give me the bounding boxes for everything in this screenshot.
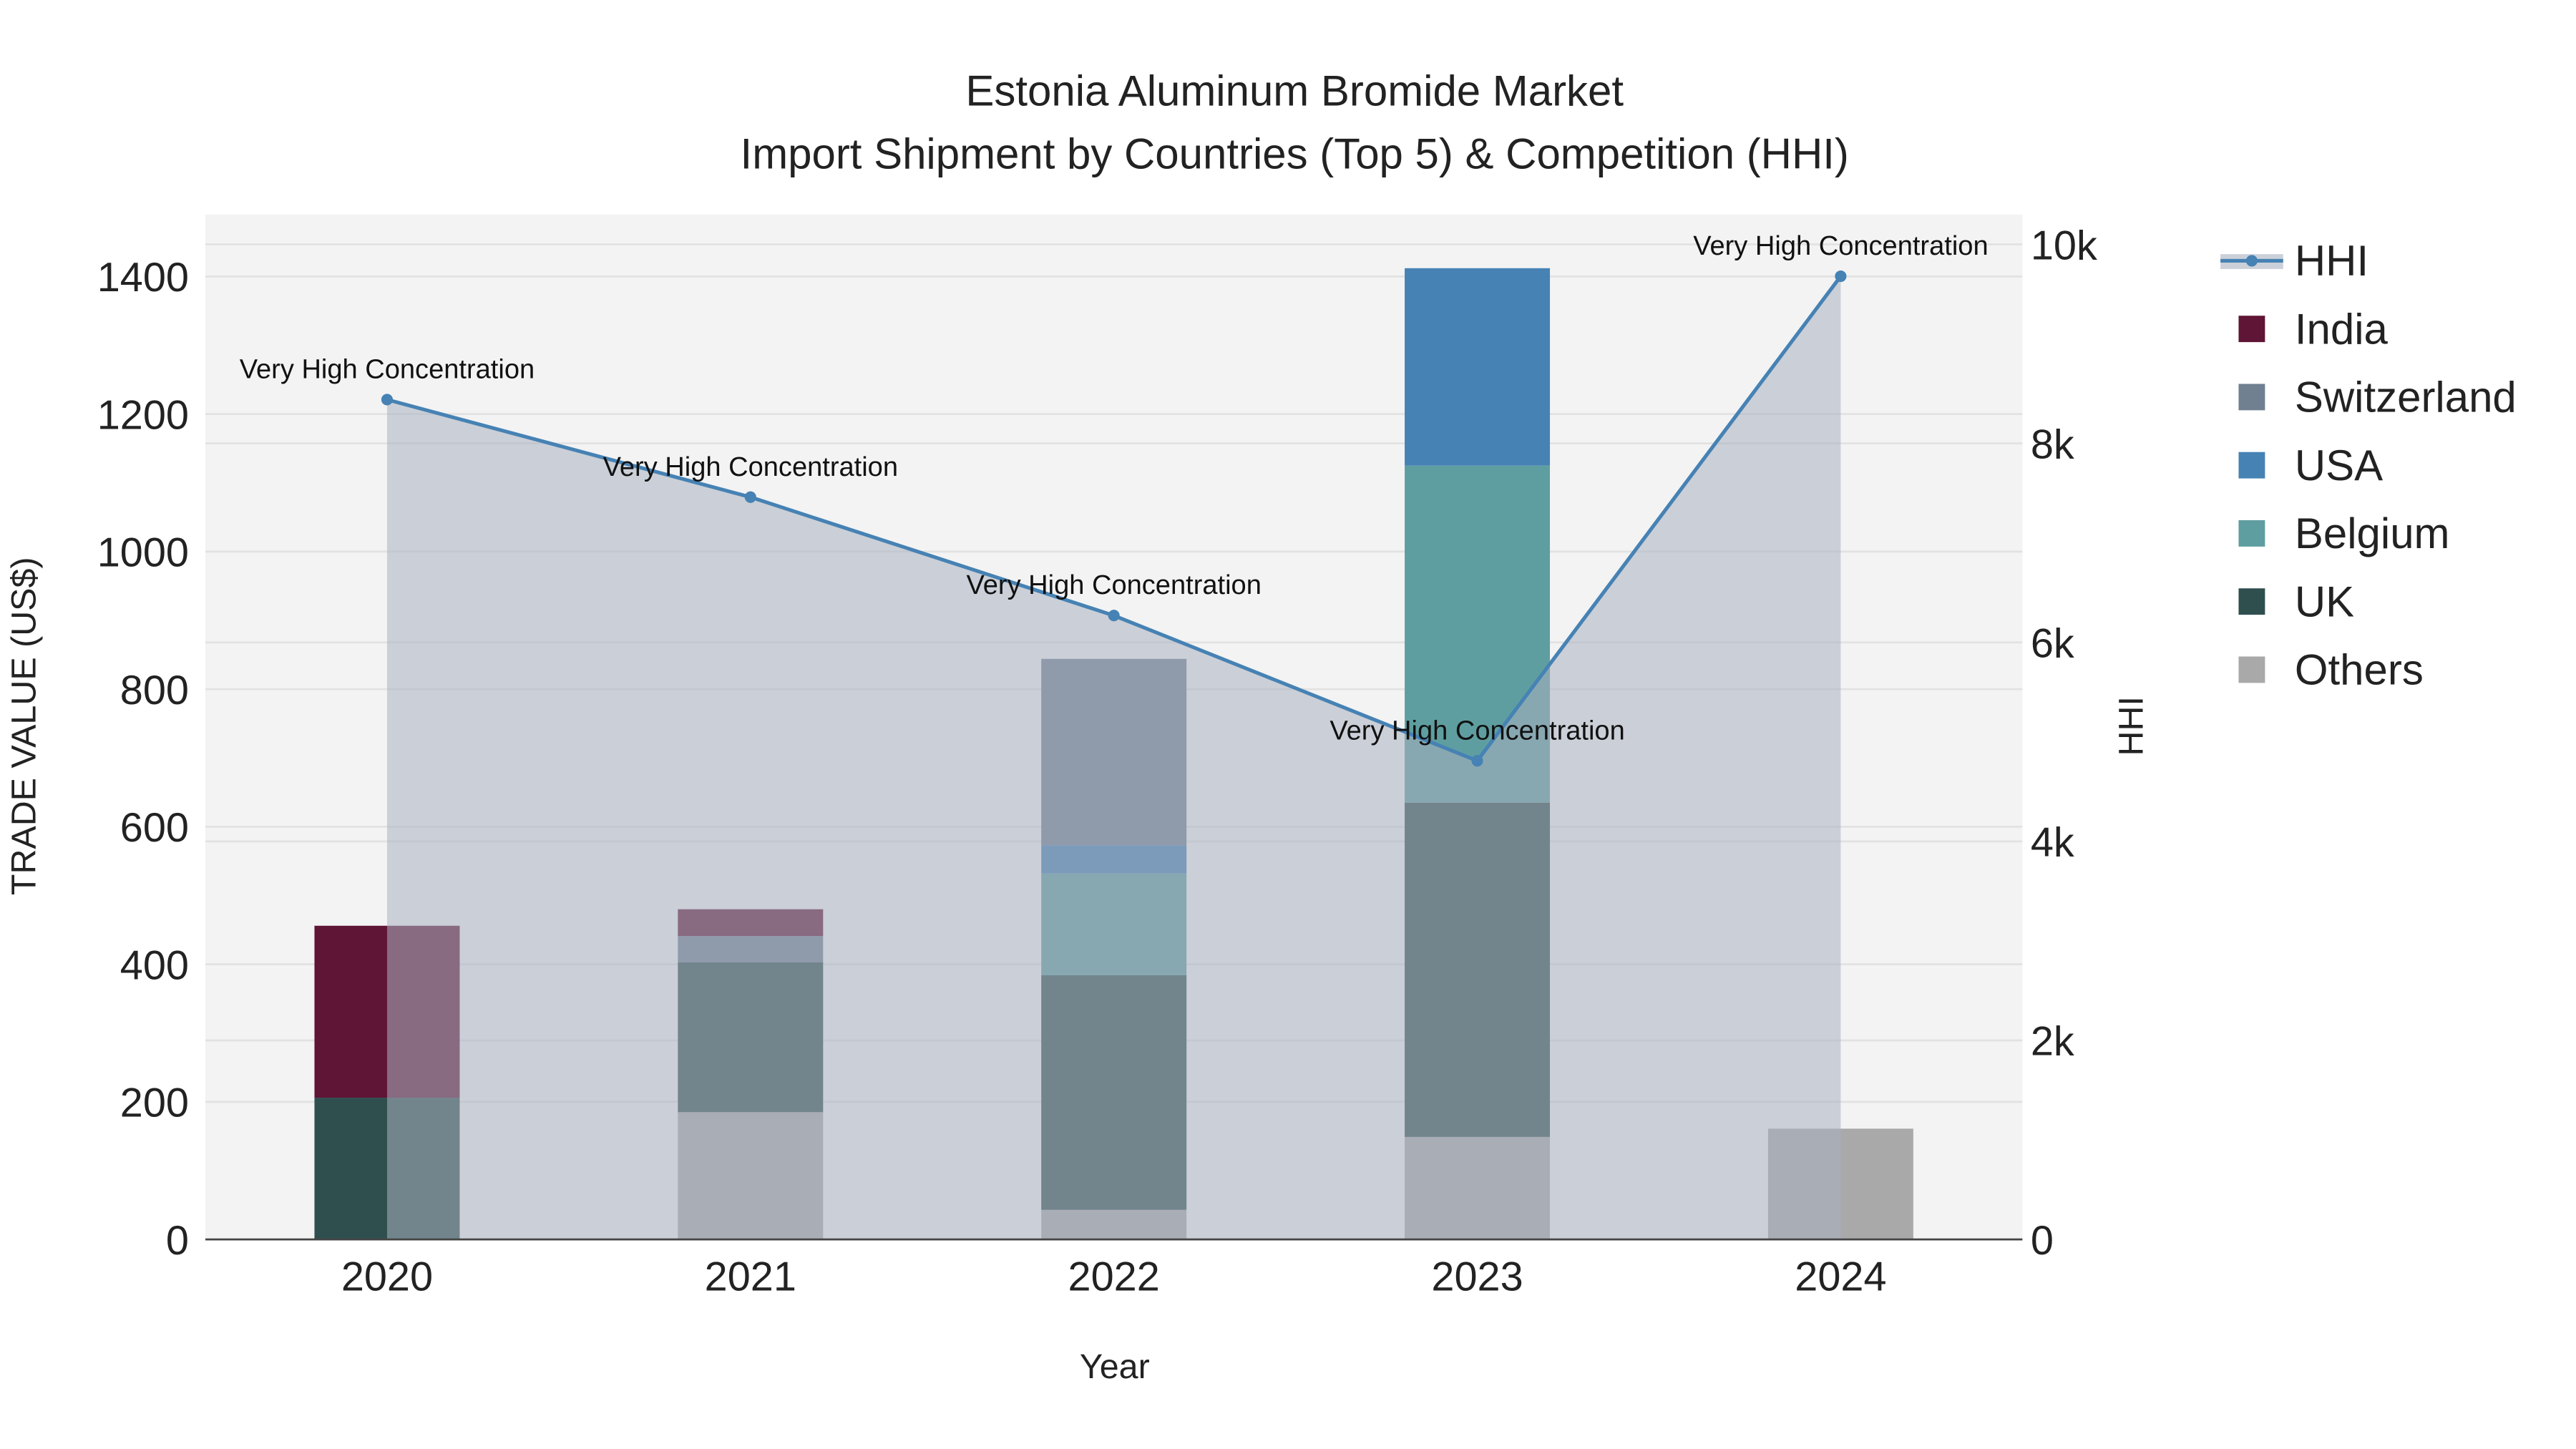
- y-axis-ticks: 0 200 400 600 800 1000 1200 1400: [97, 255, 189, 1264]
- y2-tick-label: 2k: [2031, 1019, 2074, 1065]
- y2-tick-label: 10k: [2031, 223, 2097, 268]
- legend-swatch: [2238, 588, 2265, 615]
- hhi-point: [1108, 610, 1120, 622]
- hhi-annotation: Very High Concentration: [603, 452, 898, 482]
- x-tick-label: 2022: [1068, 1254, 1160, 1300]
- chart-subtitle: Import Shipment by Countries (Top 5) & C…: [741, 130, 1849, 177]
- legend-item-switzerland[interactable]: Switzerland: [2238, 374, 2517, 421]
- hhi-point: [1471, 755, 1483, 767]
- y2-tick-label: 4k: [2031, 820, 2074, 866]
- legend-swatch-marker: [2245, 255, 2258, 267]
- y2-tick-label: 0: [2031, 1218, 2054, 1264]
- chart: Very High Concentration Very High Concent…: [4, 67, 2517, 1386]
- x-tick-label: 2021: [705, 1254, 796, 1300]
- hhi-annotation: Very High Concentration: [240, 354, 535, 384]
- chart-title: Estonia Aluminum Bromide Market: [965, 67, 1624, 115]
- bar-usa-2023: [1405, 268, 1551, 466]
- legend-item-usa[interactable]: USA: [2238, 441, 2383, 489]
- legend-label: India: [2295, 305, 2389, 353]
- legend-item-hhi[interactable]: HHI: [2220, 237, 2368, 285]
- y-tick-label: 800: [120, 668, 189, 713]
- legend-swatch: [2238, 656, 2265, 683]
- legend-label: USA: [2295, 441, 2383, 489]
- legend-label: UK: [2295, 577, 2354, 625]
- y-tick-label: 1400: [97, 255, 189, 301]
- legend-item-india[interactable]: India: [2238, 305, 2389, 353]
- legend-label: Belgium: [2295, 509, 2450, 557]
- legend-label: Switzerland: [2295, 374, 2517, 421]
- y2-tick-label: 8k: [2031, 421, 2074, 467]
- hhi-annotation: Very High Concentration: [1330, 716, 1624, 746]
- y-tick-label: 1000: [97, 530, 189, 576]
- y-tick-label: 1200: [97, 392, 189, 438]
- legend-swatch: [2238, 316, 2265, 343]
- y-axis-label: TRADE VALUE (US$): [4, 557, 43, 895]
- y-tick-label: 200: [120, 1080, 189, 1126]
- x-axis-label: Year: [1080, 1347, 1150, 1386]
- legend-swatch: [2238, 384, 2265, 411]
- legend-item-others[interactable]: Others: [2238, 646, 2424, 694]
- legend-label: HHI: [2295, 237, 2368, 285]
- hhi-point: [744, 491, 756, 503]
- x-tick-label: 2023: [1431, 1254, 1523, 1300]
- legend-swatch: [2238, 519, 2265, 547]
- hhi-annotation: Very High Concentration: [1693, 231, 1988, 261]
- y2-axis-ticks: 0 2k 4k 6k 8k 10k: [2031, 223, 2097, 1264]
- y-tick-label: 400: [120, 942, 189, 988]
- hhi-point: [1835, 270, 1847, 283]
- y-tick-label: 0: [166, 1218, 189, 1264]
- legend-swatch: [2238, 452, 2265, 479]
- legend-item-belgium[interactable]: Belgium: [2238, 509, 2450, 557]
- y2-tick-label: 6k: [2031, 621, 2074, 667]
- legend-item-uk[interactable]: UK: [2238, 577, 2354, 625]
- y-tick-label: 600: [120, 805, 189, 851]
- x-axis-ticks: 2020 2021 2022 2023 2024: [341, 1254, 1887, 1300]
- legend: HHI India Switzerland USA Belgium UK Others: [2220, 237, 2517, 694]
- x-tick-label: 2020: [341, 1254, 433, 1300]
- hhi-annotation: Very High Concentration: [966, 570, 1261, 600]
- hhi-point: [381, 394, 394, 406]
- legend-label: Others: [2295, 646, 2424, 694]
- x-tick-label: 2024: [1795, 1254, 1886, 1300]
- y2-axis-label: HHI: [2112, 696, 2151, 756]
